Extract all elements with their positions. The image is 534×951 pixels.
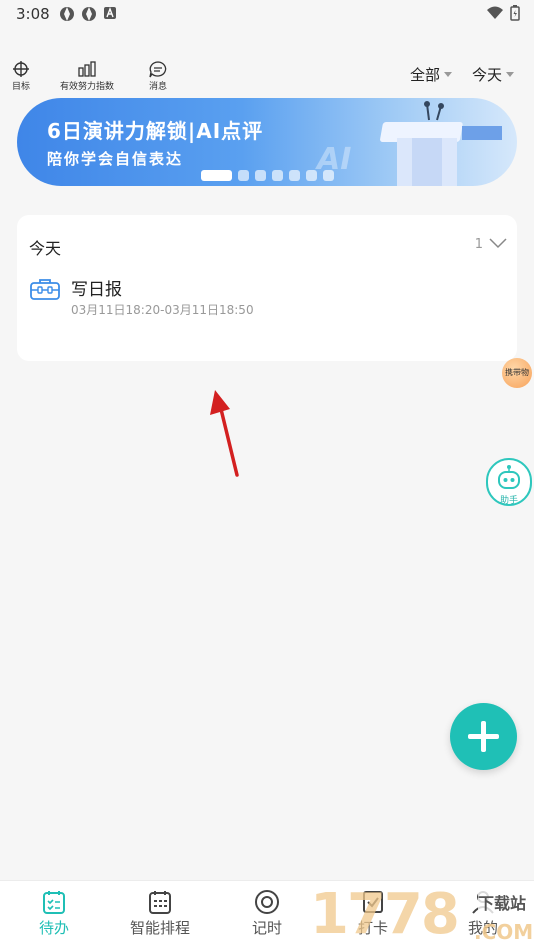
filter-all-label: 全部 bbox=[410, 66, 441, 84]
today-card: 今天 1 写日报 03月11日18:20-03月11日18:50 bbox=[17, 215, 517, 361]
font-icon bbox=[104, 7, 116, 19]
aperture-icon bbox=[60, 7, 74, 21]
robot-icon bbox=[498, 465, 520, 489]
banner-subtitle: 陪你学会自信表达 bbox=[47, 150, 184, 168]
carry-items-float-button[interactable]: 携带物 bbox=[502, 358, 532, 388]
carry-items-label: 携带物 bbox=[505, 368, 529, 377]
status-notification-icons bbox=[59, 6, 117, 22]
podium-illustration bbox=[380, 101, 502, 186]
calendar-icon bbox=[149, 891, 171, 914]
tab-timer-label: 记时 bbox=[251, 919, 282, 937]
bar-chart-icon bbox=[78, 61, 96, 77]
watermark-number: 1778 bbox=[310, 882, 460, 947]
pagination-dot[interactable] bbox=[272, 170, 283, 181]
filter-date-label: 今天 bbox=[472, 66, 503, 84]
pagination-dot[interactable] bbox=[323, 170, 334, 181]
promo-banner[interactable]: 6日演讲力解锁|AI点评 陪你学会自信表达 AI bbox=[17, 98, 517, 186]
battery-icon bbox=[510, 5, 520, 21]
tab-smart-schedule[interactable]: 智能排程 bbox=[128, 889, 192, 938]
caret-down-icon bbox=[444, 72, 453, 77]
briefcase-icon bbox=[30, 279, 60, 300]
wifi-icon bbox=[487, 6, 503, 19]
target-circle-icon bbox=[255, 890, 279, 914]
message-icon bbox=[149, 61, 167, 78]
banner-title: 6日演讲力解锁|AI点评 bbox=[47, 119, 264, 143]
filter-date-dropdown[interactable]: 今天 bbox=[472, 64, 515, 85]
watermark-sub: 下载站 bbox=[478, 890, 527, 914]
effort-index-button[interactable]: 有效努力指数 bbox=[60, 60, 114, 92]
pagination-dot[interactable] bbox=[306, 170, 317, 181]
task-title: 写日报 bbox=[71, 280, 122, 300]
status-bar: 3:08 bbox=[0, 0, 534, 30]
assistant-float-button[interactable]: 助手 bbox=[486, 458, 532, 506]
pagination-dot[interactable] bbox=[255, 170, 266, 181]
chevron-down-icon[interactable] bbox=[489, 237, 507, 249]
crosshair-icon bbox=[13, 61, 29, 77]
filter-all-dropdown[interactable]: 全部 bbox=[410, 64, 453, 85]
tab-smart-schedule-label: 智能排程 bbox=[129, 919, 190, 937]
checklist-icon bbox=[43, 891, 65, 914]
task-time: 03月11日18:20-03月11日18:50 bbox=[71, 303, 254, 317]
assistant-label: 助手 bbox=[499, 496, 518, 506]
message-label: 消息 bbox=[148, 82, 167, 92]
top-toolbar: 目标 有效努力指数 消息 全部 今天 bbox=[0, 60, 534, 96]
banner-pagination bbox=[201, 170, 334, 181]
target-button[interactable]: 目标 bbox=[12, 60, 30, 92]
pagination-dot[interactable] bbox=[238, 170, 249, 181]
task-count: 1 bbox=[474, 237, 483, 252]
tab-todo-label: 待办 bbox=[38, 919, 69, 937]
pagination-dot[interactable] bbox=[289, 170, 300, 181]
card-title: 今天 bbox=[29, 239, 62, 258]
watermark-url: .COM bbox=[474, 920, 534, 944]
site-watermark: 1778 下载站 .COM bbox=[310, 882, 534, 948]
effort-label: 有效努力指数 bbox=[60, 82, 115, 92]
message-button[interactable]: 消息 bbox=[148, 60, 168, 92]
status-system-icons bbox=[486, 5, 520, 21]
target-label: 目标 bbox=[12, 82, 31, 92]
aperture-icon bbox=[82, 7, 96, 21]
tab-todo[interactable]: 待办 bbox=[36, 889, 72, 938]
tab-timer[interactable]: 记时 bbox=[250, 889, 284, 938]
add-task-button[interactable] bbox=[450, 703, 517, 770]
red-arrow-annotation bbox=[210, 390, 239, 477]
status-time: 3:08 bbox=[16, 5, 50, 23]
pagination-dot[interactable] bbox=[201, 170, 232, 181]
caret-down-icon bbox=[506, 72, 515, 77]
